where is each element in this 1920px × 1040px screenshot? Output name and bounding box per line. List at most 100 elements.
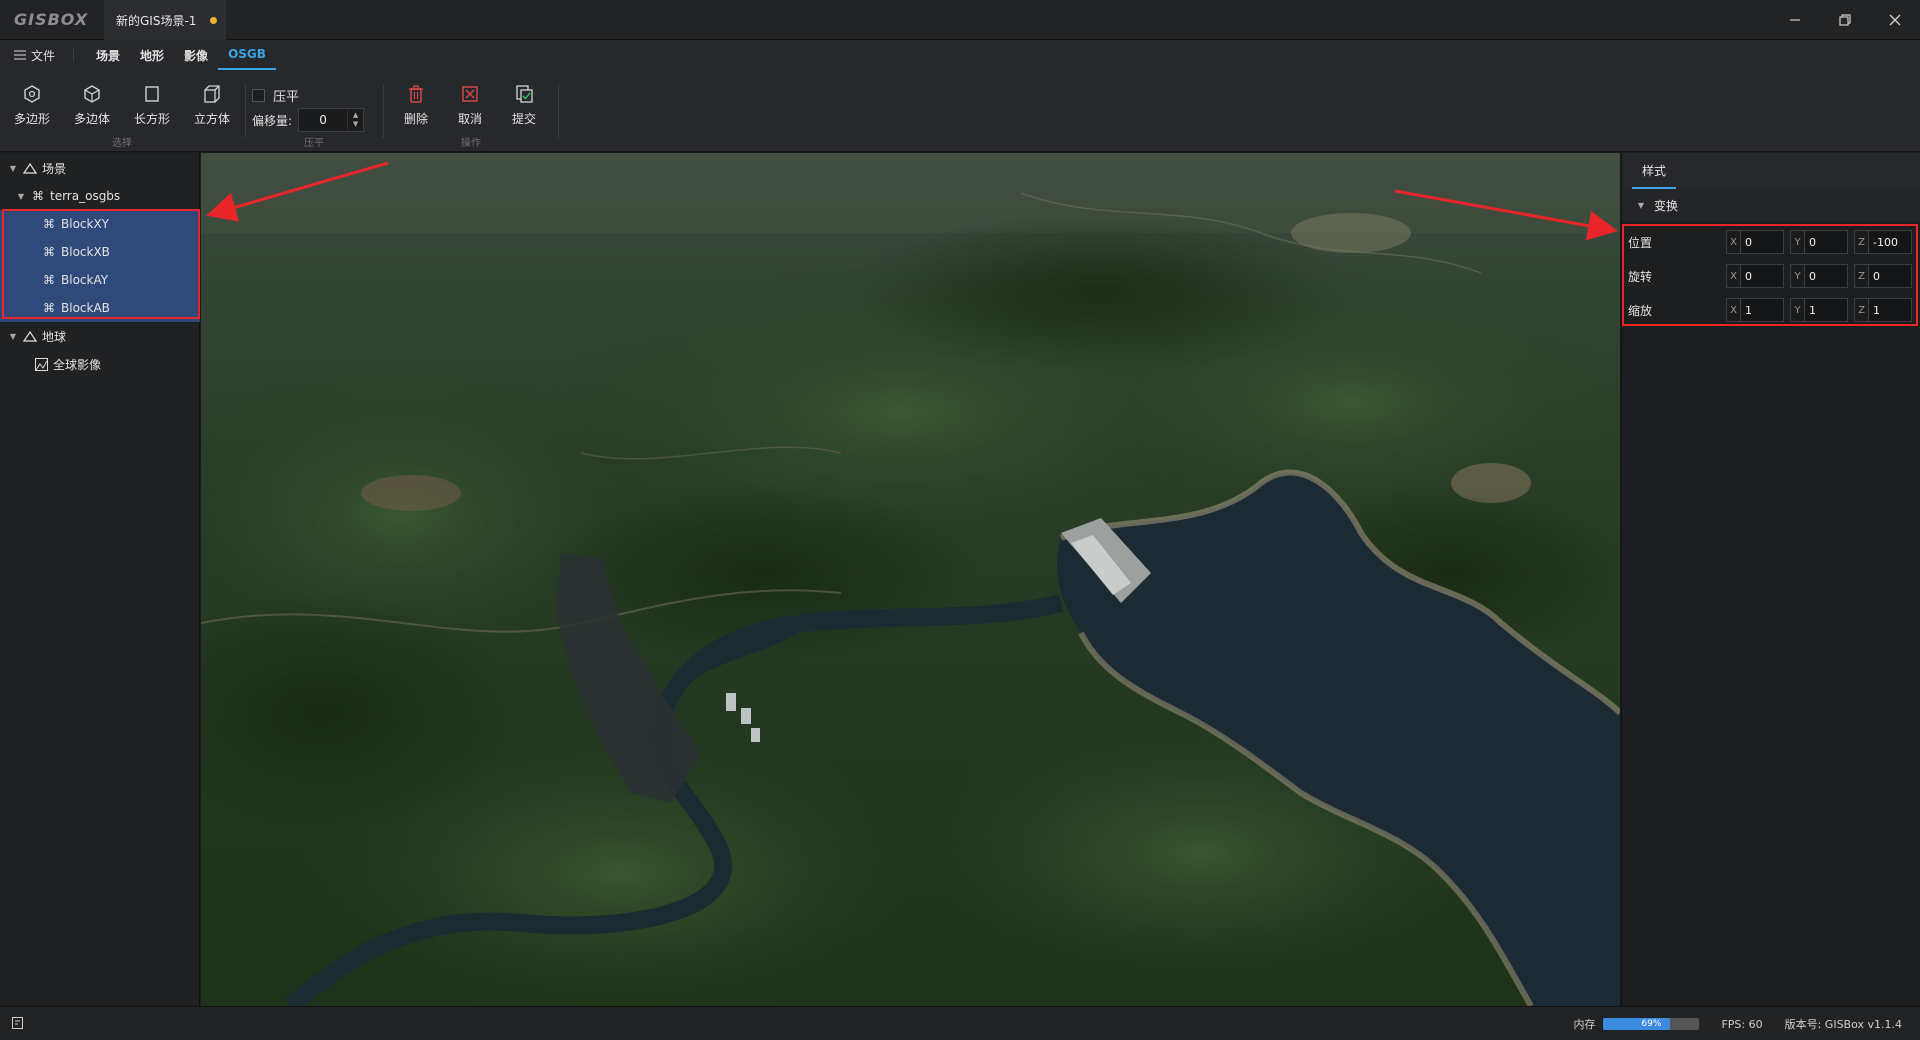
cancel-button[interactable]: 取消 (442, 84, 498, 127)
polygon-button[interactable]: 多边形 (4, 84, 60, 127)
polyhedron-label: 多边体 (73, 112, 110, 126)
document-tab-title: 新的GIS场景-1 (116, 13, 197, 28)
position-x-field[interactable]: X0 (1726, 230, 1784, 254)
caret-down-icon[interactable]: ▼ (8, 332, 18, 341)
offset-stepper[interactable]: 0 ▲ ▼ (298, 108, 365, 132)
scale-label: 缩放 (1628, 303, 1653, 318)
axis-x-label: X (1726, 298, 1740, 322)
tab-style[interactable]: 样式 (1632, 153, 1677, 189)
position-y-input[interactable]: 0 (1804, 230, 1848, 254)
caret-down-icon[interactable]: ▼ (8, 164, 18, 173)
terrain-scene[interactable] (201, 153, 1620, 1006)
file-menu[interactable]: 文件 (0, 48, 75, 63)
tree-node-globe[interactable]: ▼ 地球 (0, 322, 200, 350)
cube-button[interactable]: 立方体 (184, 84, 240, 127)
tree-node-block[interactable]: ⌘ BlockAY (0, 266, 200, 294)
log-icon[interactable] (12, 1017, 23, 1032)
file-menu-label: 文件 (31, 48, 56, 63)
scale-x-input[interactable]: 1 (1740, 298, 1784, 322)
polygon-icon (24, 85, 40, 103)
globe-icon (23, 329, 37, 343)
axis-y-label: Y (1790, 298, 1804, 322)
rotation-x-field[interactable]: X0 (1726, 264, 1784, 288)
scale-z-field[interactable]: Z1 (1854, 298, 1912, 322)
app-logo: GISBOX (14, 10, 89, 29)
chevron-up-icon[interactable]: ▲ (353, 111, 358, 120)
minimize-button[interactable] (1770, 0, 1820, 40)
menu-terrain[interactable]: 地形 (130, 40, 174, 70)
rotation-x-input[interactable]: 0 (1740, 264, 1784, 288)
menu-osgb[interactable]: OSGB (218, 40, 276, 70)
memory-label: 内存 (1573, 1018, 1596, 1031)
position-y-field[interactable]: Y0 (1790, 230, 1848, 254)
submit-button[interactable]: 提交 (496, 84, 552, 127)
delete-label: 删除 (403, 112, 428, 126)
delete-button[interactable]: 删除 (388, 84, 444, 127)
stepper-arrows[interactable]: ▲ ▼ (347, 109, 363, 131)
memory-bar: 69% (1603, 1018, 1700, 1030)
map-viewport[interactable] (201, 153, 1620, 1006)
scale-x-field[interactable]: X1 (1726, 298, 1784, 322)
scene-tree-panel: ▼ 场景 ▼ ⌘ terra_osgbs ⌘ BlockXY ⌘ BlockXB… (0, 153, 200, 1006)
axis-x-label: X (1726, 230, 1740, 254)
title-bar: GISBOX 新的GIS场景-1 (0, 0, 1920, 40)
menu-imagery[interactable]: 影像 (174, 40, 218, 70)
caret-down-icon[interactable]: ▼ (1636, 201, 1646, 210)
restore-icon (1839, 14, 1851, 26)
model-icon: ⌘ (43, 301, 55, 315)
rectangle-label: 长方形 (133, 112, 170, 126)
rotation-label: 旋转 (1628, 269, 1653, 284)
tree-node-scene[interactable]: ▼ 场景 (0, 154, 200, 182)
image-icon (34, 357, 48, 371)
tree-node-block[interactable]: ⌘ BlockAB (0, 294, 200, 322)
position-z-field[interactable]: Z -100 (1854, 230, 1912, 254)
rotation-y-field[interactable]: Y0 (1790, 264, 1848, 288)
scale-y-field[interactable]: Y1 (1790, 298, 1848, 322)
flatten-group-label: 压平 (304, 138, 324, 149)
tree-node-block[interactable]: ⌘ BlockXY (0, 210, 200, 238)
tree-node-block[interactable]: ⌘ BlockXB (0, 238, 200, 266)
rotation-row: 旋转 X0 Y0 Z0 (1628, 263, 1918, 289)
tree-node-block-label: BlockXB (61, 245, 110, 259)
close-button[interactable] (1870, 0, 1920, 40)
menu-scene[interactable]: 场景 (86, 40, 130, 70)
tree-node-osgb-root-label: terra_osgbs (50, 189, 121, 203)
group-divider (558, 84, 559, 138)
trash-icon (409, 85, 423, 103)
position-x-input[interactable]: 0 (1740, 230, 1784, 254)
hamburger-icon (14, 50, 26, 60)
submit-icon (516, 85, 533, 103)
chevron-down-icon[interactable]: ▼ (353, 120, 358, 129)
position-label: 位置 (1628, 235, 1653, 250)
window-controls (1770, 0, 1920, 40)
model-icon: ⌘ (32, 189, 44, 203)
scale-z-input[interactable]: 1 (1868, 298, 1912, 322)
offset-field: 偏移量: 0 ▲ ▼ (252, 108, 365, 132)
restore-button[interactable] (1820, 0, 1870, 40)
polyhedron-button[interactable]: 多边体 (64, 84, 120, 127)
cube-icon (204, 85, 220, 103)
axis-y-label: Y (1790, 264, 1804, 288)
offset-value[interactable]: 0 (299, 113, 347, 127)
scale-y-input[interactable]: 1 (1804, 298, 1848, 322)
rotation-z-field[interactable]: Z0 (1854, 264, 1912, 288)
transform-section-title: 变换 (1654, 198, 1679, 213)
select-group: 多边形 多边体 长方形 立方体 选择 (0, 70, 244, 152)
rotation-z-input[interactable]: 0 (1868, 264, 1912, 288)
tree-node-imagery[interactable]: 全球影像 (0, 350, 200, 378)
polyhedron-icon (84, 85, 100, 103)
properties-panel: 样式 ▼ 变换 位置 X0 Y0 Z -100 旋转 X0 Y0 Z0 缩放 X1… (1621, 153, 1920, 1006)
rectangle-button[interactable]: 长方形 (124, 84, 180, 127)
document-tab[interactable]: 新的GIS场景-1 (104, 0, 226, 40)
flatten-checkbox-label: 压平 (273, 90, 300, 105)
caret-down-icon[interactable]: ▼ (16, 192, 26, 201)
menu-bar: 文件 场景 地形 影像 OSGB (0, 40, 1920, 70)
select-group-label: 选择 (112, 138, 132, 149)
transform-section-header[interactable]: ▼ 变换 (1622, 189, 1920, 221)
position-z-input[interactable]: -100 (1868, 230, 1912, 254)
rotation-y-input[interactable]: 0 (1804, 264, 1848, 288)
tree-node-globe-label: 地球 (42, 329, 67, 344)
tree-node-osgb-root[interactable]: ▼ ⌘ terra_osgbs (0, 182, 200, 210)
flatten-checkbox-box[interactable] (252, 89, 265, 102)
flatten-checkbox[interactable]: 压平 (252, 86, 299, 105)
